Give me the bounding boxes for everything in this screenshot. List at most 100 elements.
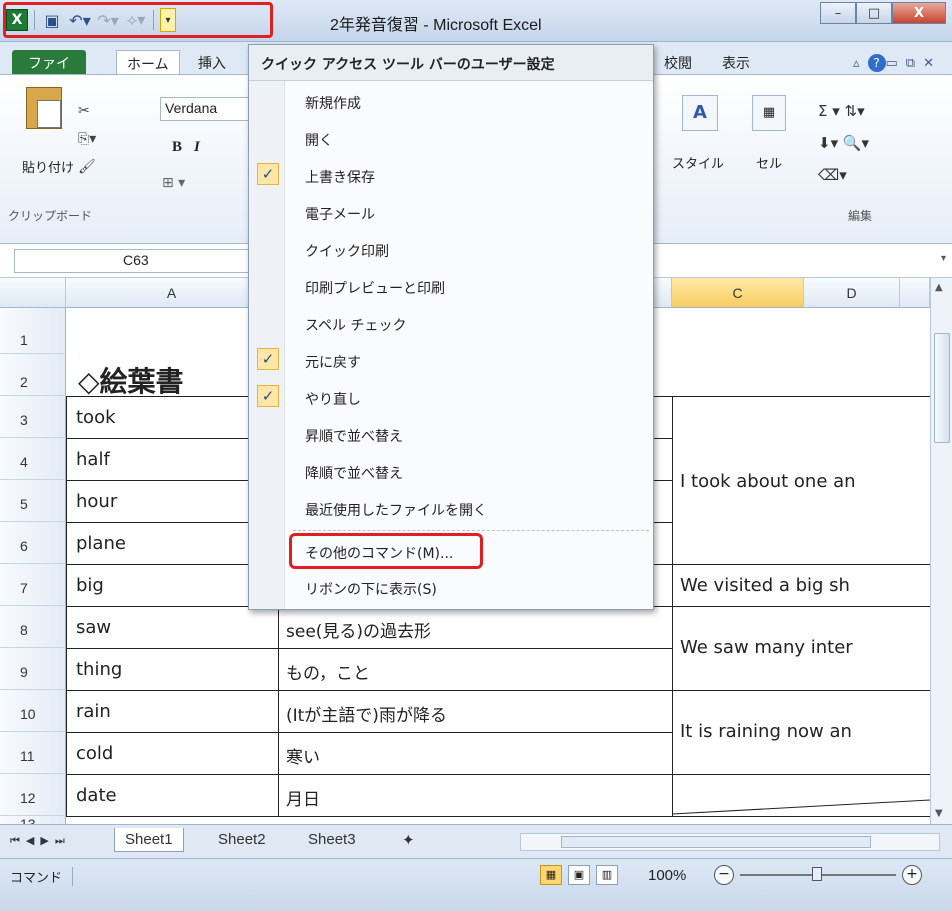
- row-header[interactable]: 2: [0, 354, 66, 396]
- row-header[interactable]: 11: [0, 732, 66, 774]
- menu-item[interactable]: 電子メール: [249, 196, 653, 229]
- select-all-corner[interactable]: [0, 278, 66, 308]
- meaning-cell[interactable]: see(見る)の過去形: [280, 612, 437, 647]
- cell-button-label[interactable]: セル: [756, 153, 782, 172]
- tab-home[interactable]: ホーム: [116, 50, 180, 74]
- style-icon[interactable]: A: [682, 95, 718, 131]
- minimize-button[interactable]: –: [820, 2, 856, 24]
- word-cell[interactable]: took: [70, 402, 122, 433]
- sentence-cell[interactable]: It is raining now an: [674, 716, 930, 747]
- hscroll-thumb[interactable]: [561, 836, 871, 848]
- doc-restore-icon[interactable]: ⧉: [906, 56, 923, 71]
- sheet-nav-icons[interactable]: ⏮◀▶⏭: [10, 834, 71, 848]
- page-break-icon[interactable]: ▥: [596, 865, 618, 885]
- meaning-cell[interactable]: 寒い: [280, 738, 326, 773]
- word-cell[interactable]: plane: [70, 528, 132, 559]
- collapse-ribbon-icon[interactable]: ▵: [853, 56, 868, 71]
- menu-item[interactable]: 印刷プレビューと印刷: [249, 270, 653, 303]
- row-header[interactable]: 10: [0, 690, 66, 732]
- word-cell[interactable]: thing: [70, 654, 128, 685]
- zoom-level[interactable]: 100%: [648, 867, 686, 884]
- meaning-cell[interactable]: (Itが主語で)雨が降る: [280, 696, 453, 731]
- sentence-cell[interactable]: I took about one an: [674, 466, 930, 497]
- menu-item-show-below-ribbon[interactable]: リボンの下に表示(S): [249, 571, 653, 604]
- word-cell[interactable]: half: [70, 444, 116, 475]
- fill-icon[interactable]: ⬇▾ 🔍▾: [818, 127, 869, 159]
- clear-icon[interactable]: ⌫▾: [818, 159, 869, 191]
- word-cell[interactable]: saw: [70, 612, 117, 643]
- normal-view-icon[interactable]: ▦: [540, 865, 562, 885]
- status-bar: コマンド ▦ ▣ ▥ 100% − +: [0, 858, 952, 911]
- zoom-slider-knob[interactable]: [812, 867, 822, 881]
- paste-button-label[interactable]: 貼り付け: [22, 157, 74, 176]
- menu-item[interactable]: クイック印刷: [249, 233, 653, 266]
- word-cell[interactable]: big: [70, 570, 110, 601]
- copy-icon[interactable]: ⎘▾: [78, 125, 96, 153]
- word-cell[interactable]: cold: [70, 738, 119, 769]
- row-header[interactable]: 6: [0, 522, 66, 564]
- vertical-scrollbar[interactable]: ▲ ▼: [930, 278, 952, 824]
- italic-button[interactable]: I: [194, 139, 212, 155]
- tab-view[interactable]: 表示: [712, 50, 760, 74]
- zoom-in-button[interactable]: +: [902, 865, 922, 885]
- sentence-cell[interactable]: We saw many inter: [674, 632, 930, 663]
- word-cell[interactable]: date: [70, 780, 123, 811]
- row-header[interactable]: 9: [0, 648, 66, 690]
- page-layout-icon[interactable]: ▣: [568, 865, 590, 885]
- menu-item[interactable]: 最近使用したファイルを開く: [249, 492, 653, 525]
- scroll-down-icon[interactable]: ▼: [935, 808, 943, 819]
- insert-sheet-icon[interactable]: ✦: [392, 828, 425, 852]
- tab-insert[interactable]: 挿入: [188, 50, 236, 74]
- expand-formula-icon[interactable]: ▾: [941, 253, 946, 264]
- menu-item[interactable]: ✓ 上書き保存: [249, 159, 653, 192]
- menu-item[interactable]: ✓ やり直し: [249, 381, 653, 414]
- meaning-cell[interactable]: もの，こと: [280, 654, 376, 689]
- maximize-button[interactable]: □: [856, 2, 892, 24]
- tab-review[interactable]: 校閲: [654, 50, 702, 74]
- menu-item[interactable]: スペル チェック: [249, 307, 653, 340]
- row-header[interactable]: 8: [0, 606, 66, 648]
- column-header-a[interactable]: A: [66, 278, 278, 308]
- borders-icon[interactable]: ⊞ ▾: [162, 175, 185, 191]
- autosum-icon[interactable]: Σ ▾ ⇅▾: [818, 95, 869, 127]
- sentence-cell[interactable]: We visited a big sh: [674, 570, 930, 601]
- menu-item[interactable]: 新規作成: [249, 85, 653, 118]
- column-header-d[interactable]: D: [804, 278, 900, 308]
- scroll-up-icon[interactable]: ▲: [935, 282, 943, 293]
- format-painter-icon[interactable]: 🖌: [78, 153, 96, 181]
- doc-minimize-icon[interactable]: ▭: [886, 56, 906, 71]
- menu-item[interactable]: 開く: [249, 122, 653, 155]
- scroll-thumb[interactable]: [934, 333, 950, 443]
- meaning-cell[interactable]: 月日: [280, 780, 326, 815]
- row-header[interactable]: 4: [0, 438, 66, 480]
- bold-button[interactable]: B: [172, 139, 194, 155]
- word-cell[interactable]: rain: [70, 696, 117, 727]
- font-name-box[interactable]: Verdana: [160, 97, 250, 121]
- row-header[interactable]: 7: [0, 564, 66, 606]
- column-header-c[interactable]: C: [672, 278, 804, 308]
- menu-item[interactable]: ✓ 元に戻す: [249, 344, 653, 377]
- help-icon[interactable]: ?: [867, 54, 886, 72]
- style-button-label[interactable]: スタイル: [672, 153, 724, 172]
- menu-title: クイック アクセス ツール バーのユーザー設定: [249, 45, 653, 81]
- row-header[interactable]: 12: [0, 774, 66, 816]
- close-button[interactable]: X: [892, 2, 946, 24]
- row-header[interactable]: 13: [0, 816, 66, 824]
- word-cell[interactable]: hour: [70, 486, 123, 517]
- menu-item[interactable]: 降順で並べ替え: [249, 455, 653, 488]
- sheet-tab-2[interactable]: Sheet2: [208, 828, 276, 852]
- horizontal-scrollbar[interactable]: [520, 833, 940, 851]
- column-header-e[interactable]: [900, 278, 930, 308]
- doc-close-icon[interactable]: ✕: [923, 56, 942, 71]
- row-header[interactable]: 1: [0, 308, 66, 354]
- tab-file[interactable]: ファイル: [12, 50, 86, 92]
- cut-icon[interactable]: ✂: [78, 97, 96, 125]
- menu-item[interactable]: 昇順で並べ替え: [249, 418, 653, 451]
- row-header[interactable]: 3: [0, 396, 66, 438]
- sheet-tab-1[interactable]: Sheet1: [114, 828, 184, 852]
- zoom-out-button[interactable]: −: [714, 865, 734, 885]
- paste-icon[interactable]: [26, 87, 62, 129]
- sheet-tab-3[interactable]: Sheet3: [298, 828, 366, 852]
- cell-icon[interactable]: ▦: [752, 95, 786, 131]
- row-header[interactable]: 5: [0, 480, 66, 522]
